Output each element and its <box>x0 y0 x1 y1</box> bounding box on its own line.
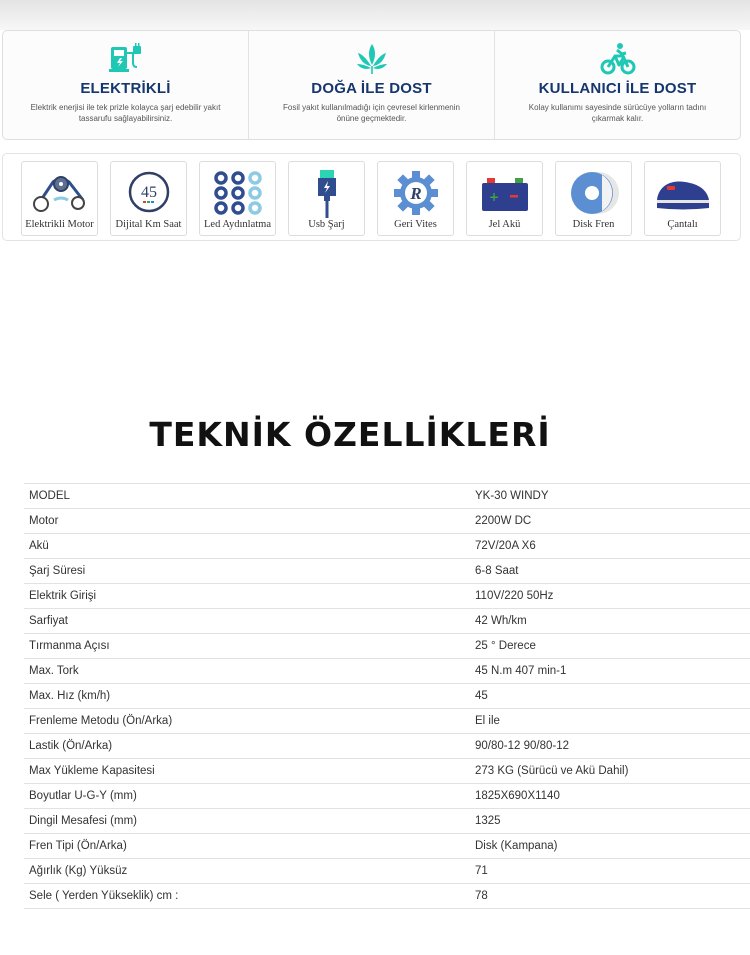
icon-card-label: Led Aydınlatma <box>204 219 271 230</box>
icon-card-label: Elektrikli Motor <box>25 219 94 230</box>
table-row: Elektrik Girişi 110V/220 50Hz <box>24 584 750 609</box>
spec-name: Şarj Süresi <box>29 565 86 577</box>
spec-value: 45 N.m 407 min-1 <box>475 665 567 677</box>
spec-name: Elektrik Girişi <box>29 590 97 602</box>
feature-desc: Kolay kullanımı sayesinde sürücüye yolla… <box>528 103 707 123</box>
reverse-gear-icon: R <box>393 171 438 215</box>
feature-icon-row: Elektrikli Motor 45 Dijital Km Saat Led … <box>2 153 741 241</box>
spec-value: 110V/220 50Hz <box>475 590 554 602</box>
icon-card-digital-km: 45 Dijital Km Saat <box>110 161 187 236</box>
leaf-icon <box>356 44 387 74</box>
feature-desc: Elektrik enerjisi ile tek prizle kolayca… <box>30 103 221 123</box>
spec-name: Max. Hız (km/h) <box>29 690 111 702</box>
spec-name: Ağırlık (Kg) Yüksüz <box>29 865 128 877</box>
table-row: Max Yükleme Kapasitesi 273 KG (Sürücü ve … <box>24 759 750 784</box>
section-heading: TEKNİK ÖZELLİKLERİ <box>149 415 551 454</box>
spec-value: 90/80-12 90/80-12 <box>475 740 569 752</box>
feature-electric: ELEKTRİKLİ Elektrik enerjisi ile tek pri… <box>3 31 249 139</box>
feature-user: KULLANICI İLE DOST Kolay kullanımı sayes… <box>495 31 740 139</box>
spec-value: 1325 <box>475 815 501 827</box>
icon-card-gel-battery: + Jel Akü <box>466 161 543 236</box>
table-row: Motor 2200W DC <box>24 509 750 534</box>
spec-value: 273 KG (Sürücü ve Akü Dahil) <box>475 765 629 777</box>
usb-cable-icon <box>317 170 336 218</box>
icon-card-led: Led Aydınlatma <box>199 161 276 236</box>
spec-name: Fren Tipi (Ön/Arka) <box>29 840 127 852</box>
spec-name: Frenleme Metodu (Ön/Arka) <box>29 715 173 727</box>
icon-card-disc-brake: Disk Fren <box>555 161 632 236</box>
top-fade <box>0 0 750 30</box>
spec-value: 72V/20A X6 <box>475 540 536 552</box>
icon-card-label: Usb Şarj <box>308 219 345 230</box>
table-row: Dingil Mesafesi (mm) 1325 <box>24 809 750 834</box>
spec-value: Disk (Kampana) <box>475 840 558 852</box>
table-row: Sarfiyat 42 Wh/km <box>24 609 750 634</box>
reverse-gear-letter: R <box>409 184 421 203</box>
spec-name: Tırmanma Açısı <box>29 640 110 652</box>
table-row: Fren Tipi (Ön/Arka) Disk (Kampana) <box>24 834 750 859</box>
spec-name: Boyutlar U-G-Y (mm) <box>29 790 137 802</box>
icon-card-label: Dijital Km Saat <box>115 219 182 230</box>
battery-icon: + <box>481 178 528 211</box>
spec-value: 71 <box>475 865 488 877</box>
icon-card-label: Jel Akü <box>488 219 521 230</box>
spec-value: 78 <box>475 890 488 902</box>
table-row: Max. Tork 45 N.m 407 min-1 <box>24 659 750 684</box>
led-grid-icon <box>213 171 262 215</box>
table-row: MODEL YK-30 WINDY <box>24 484 750 509</box>
spec-value: 25 ° Derece <box>475 640 536 652</box>
spec-name: Motor <box>29 515 59 527</box>
icon-card-label: Geri Vites <box>394 219 437 230</box>
spec-name: Max. Tork <box>29 665 79 677</box>
spec-table: MODEL YK-30 WINDY Motor 2200W DC Akü 72V/20A … <box>24 483 750 909</box>
ev-charger-icon <box>108 43 141 72</box>
spec-name: MODEL <box>29 490 70 502</box>
table-row: Frenleme Metodu (Ön/Arka) El ile <box>24 709 750 734</box>
spec-value: 1825X690X1140 <box>475 790 560 802</box>
table-row: Şarj Süresi 6-8 Saat <box>24 559 750 584</box>
spec-name: Sele ( Yerden Yükseklik) cm : <box>29 890 179 902</box>
spec-name: Dingil Mesafesi (mm) <box>29 815 137 827</box>
spec-value: 45 <box>475 690 488 702</box>
spec-name: Sarfiyat <box>29 615 68 627</box>
svg-text:+: + <box>488 190 498 204</box>
table-row: Akü 72V/20A X6 <box>24 534 750 559</box>
spec-name: Max Yükleme Kapasitesi <box>29 765 155 777</box>
table-row: Ağırlık (Kg) Yüksüz 71 <box>24 859 750 884</box>
spec-value: El ile <box>475 715 500 727</box>
bike-rider-icon <box>600 43 635 75</box>
spec-value: 42 Wh/km <box>475 615 527 627</box>
spec-value: YK-30 WINDY <box>475 490 549 502</box>
disc-brake-icon <box>570 172 619 214</box>
feature-title: DOĞA İLE DOST <box>311 80 432 97</box>
spec-name: Lastik (Ön/Arka) <box>29 740 113 752</box>
icon-card-usb: Usb Şarj <box>288 161 365 236</box>
table-row: Sele ( Yerden Yükseklik) cm : 78 <box>24 884 750 909</box>
speedometer-value: 45 <box>141 184 157 201</box>
feature-title: KULLANICI İLE DOST <box>538 80 697 97</box>
feature-title: ELEKTRİKLİ <box>80 80 171 97</box>
spec-value: 6-8 Saat <box>475 565 519 577</box>
table-row: Lastik (Ön/Arka) 90/80-12 90/80-12 <box>24 734 750 759</box>
icon-card-electric-motor: Elektrikli Motor <box>21 161 98 236</box>
icon-card-label: Disk Fren <box>572 219 615 230</box>
spec-name: Akü <box>29 540 49 552</box>
speedometer-icon: 45 <box>128 171 169 213</box>
table-row: Boyutlar U-G-Y (mm) 1825X690X1140 <box>24 784 750 809</box>
feature-eco: DOĞA İLE DOST Fosil yakıt kullanılmadığı… <box>249 31 495 139</box>
feature-desc: Fosil yakıt kullanılmadığı için çevresel… <box>283 103 460 123</box>
feature-panel: ELEKTRİKLİ Elektrik enerjisi ile tek pri… <box>2 30 741 140</box>
icon-card-top-case: Çantalı <box>644 161 721 236</box>
icon-card-reverse: R Geri Vites <box>377 161 454 236</box>
table-row: Max. Hız (km/h) 45 <box>24 684 750 709</box>
spec-value: 2200W DC <box>475 515 532 527</box>
table-row: Tırmanma Açısı 25 ° Derece <box>24 634 750 659</box>
icon-card-label: Çantalı <box>667 219 698 230</box>
top-case-icon <box>656 181 709 210</box>
motor-belt-icon <box>32 176 85 212</box>
